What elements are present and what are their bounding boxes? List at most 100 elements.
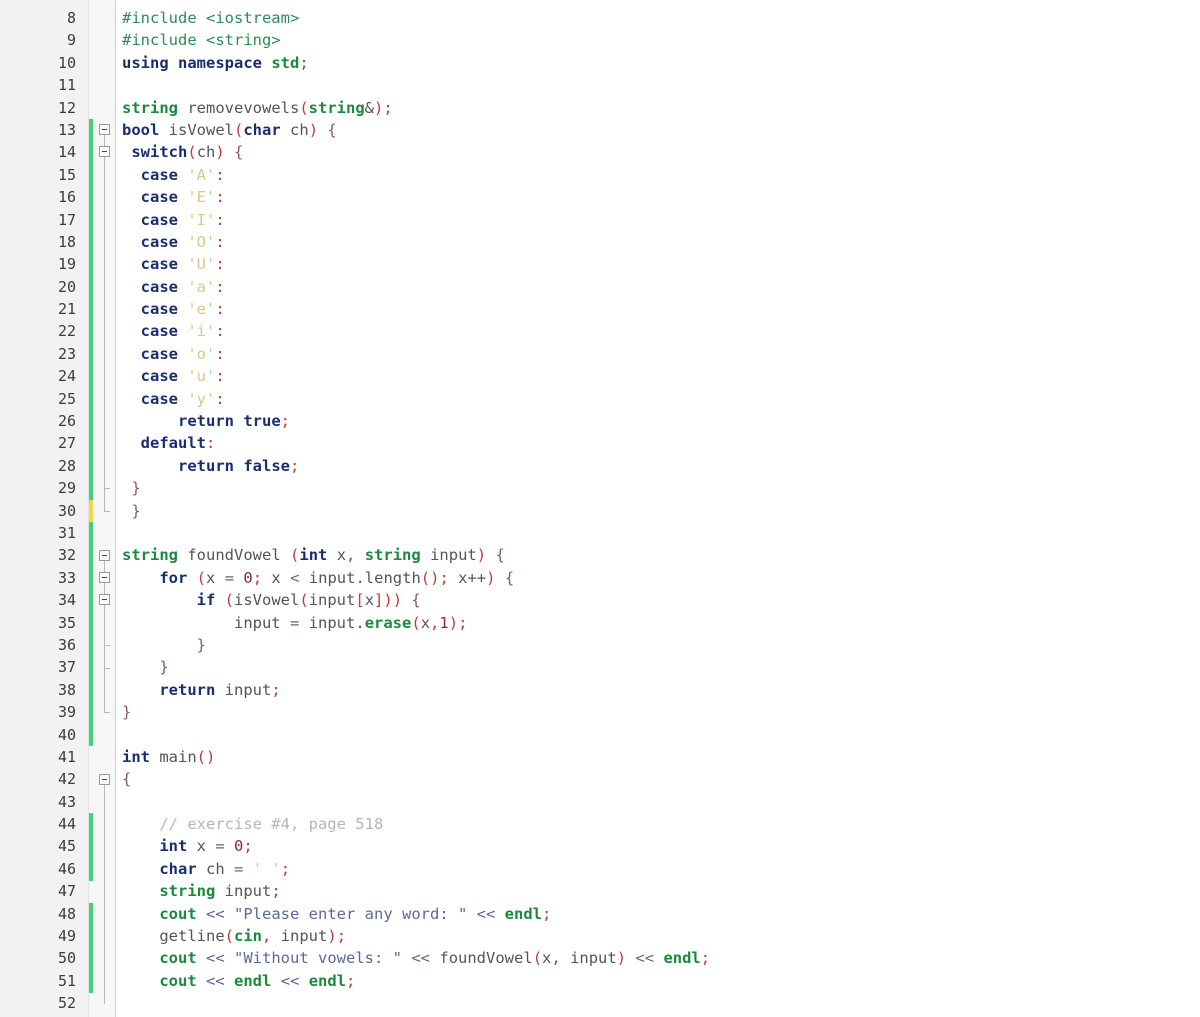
fold-toggle-icon[interactable] — [99, 124, 110, 135]
token-id: main — [159, 747, 197, 766]
token-num: 0 — [234, 837, 244, 856]
code-line[interactable]: default: — [116, 432, 1200, 454]
code-line[interactable]: getline(cin, input); — [116, 925, 1200, 947]
code-line[interactable]: string removevowels(string&); — [116, 97, 1200, 119]
code-line[interactable]: #include <string> — [116, 29, 1200, 51]
line-number: 40 — [57, 725, 76, 744]
code-line[interactable] — [116, 791, 1200, 813]
code-line[interactable] — [116, 992, 1200, 1014]
code-line[interactable]: case 'o': — [116, 343, 1200, 365]
token-num: 0 — [243, 568, 253, 587]
code-line[interactable]: cout << "Please enter any word: " << end… — [116, 903, 1200, 925]
code-line[interactable]: int x = 0; — [116, 835, 1200, 857]
code-line[interactable] — [116, 724, 1200, 746]
token-kw: case — [140, 277, 178, 296]
line-number-list: 8 9 10 11 12 13 14 15 16 17 18 19 20 21 22 23 24 25 26 27 28… — [0, 0, 88, 1015]
code-line[interactable]: case 'I': — [116, 209, 1200, 231]
code-line[interactable]: { — [116, 768, 1200, 790]
token-punc: ) — [616, 949, 627, 968]
code-line[interactable]: if (isVowel(input[x])) { — [116, 589, 1200, 611]
change-marker-changed — [89, 499, 93, 523]
code-line[interactable]: case 'O': — [116, 231, 1200, 253]
code-line[interactable]: using namespace std; — [116, 52, 1200, 74]
code-line[interactable]: case 'i': — [116, 320, 1200, 342]
token-brace: { — [504, 568, 515, 587]
code-line[interactable]: string input; — [116, 880, 1200, 902]
token-type: endl — [663, 949, 701, 968]
token-op: << — [635, 949, 655, 968]
line-number: 52 — [57, 994, 76, 1013]
line-number: 15 — [57, 165, 76, 184]
code-line[interactable]: case 'u': — [116, 365, 1200, 387]
token-type: string — [364, 546, 421, 565]
code-line[interactable]: input = input.erase(x,1); — [116, 612, 1200, 634]
fold-end-marker — [104, 510, 110, 512]
code-editor[interactable]: 8 9 10 11 12 13 14 15 16 17 18 19 20 21 22 23 24 25 26 27 28… — [0, 0, 1200, 1017]
fold-toggle-icon[interactable] — [99, 572, 110, 583]
fold-toggle-icon[interactable] — [99, 146, 110, 158]
code-line[interactable]: } — [116, 701, 1200, 723]
code-line[interactable] — [116, 522, 1200, 544]
code-line[interactable]: // exercise #4, page 518 — [116, 813, 1200, 835]
token-type: string — [122, 98, 178, 117]
token-id: x — [420, 613, 431, 632]
token-punc: ( — [411, 613, 421, 632]
code-text-area[interactable]: #include <iostream> #include <string> usin… — [116, 0, 1200, 1017]
token-char: 'u' — [187, 367, 216, 386]
code-line[interactable] — [116, 74, 1200, 96]
code-line[interactable]: return true; — [116, 410, 1200, 432]
line-number: 35 — [57, 613, 76, 632]
code-line[interactable]: } — [116, 477, 1200, 499]
token-id: x — [271, 568, 281, 587]
fold-toggle-icon[interactable] — [99, 773, 110, 785]
token-kw: return false — [178, 456, 290, 475]
code-line[interactable]: bool isVowel(char ch) { — [116, 119, 1200, 141]
code-line[interactable]: case 'E': — [116, 186, 1200, 208]
token-kw: case — [140, 300, 178, 319]
code-line[interactable]: case 'U': — [116, 253, 1200, 275]
code-line[interactable]: case 'a': — [116, 276, 1200, 298]
token-brace: { — [327, 120, 337, 139]
code-line[interactable]: switch(ch) { — [116, 141, 1200, 163]
code-line[interactable]: } — [116, 656, 1200, 678]
code-line[interactable]: return false; — [116, 455, 1200, 477]
line-number-gutter[interactable]: 8 9 10 11 12 13 14 15 16 17 18 19 20 21 22 23 24 25 26 27 28… — [0, 0, 89, 1017]
token-char: 'U' — [187, 255, 216, 274]
code-line[interactable]: } — [116, 500, 1200, 522]
token-type: endl — [504, 904, 542, 923]
token-kw: int — [159, 837, 188, 856]
code-line[interactable]: #include <iostream> — [116, 7, 1200, 29]
token-id: & — [364, 98, 375, 117]
code-line[interactable]: case 'y': — [116, 388, 1200, 410]
token-char: 'I' — [187, 210, 216, 229]
fold-and-change-strip[interactable] — [89, 0, 116, 1017]
token-id: isVowel — [234, 591, 300, 610]
code-line[interactable]: cout << "Without vowels: " << foundVowel… — [116, 947, 1200, 969]
code-line[interactable]: int main() — [116, 746, 1200, 768]
token-kw: char — [159, 859, 197, 878]
code-line[interactable]: string foundVowel (int x, string input) … — [116, 544, 1200, 566]
token-id: isVowel — [168, 120, 234, 139]
code-line[interactable]: char ch = ' '; — [116, 858, 1200, 880]
code-line[interactable]: } — [116, 634, 1200, 656]
code-line[interactable]: case 'e': — [116, 298, 1200, 320]
token-id: x — [364, 591, 375, 610]
fold-toggle-icon[interactable] — [99, 594, 110, 606]
code-line[interactable]: cout << endl << endl; — [116, 970, 1200, 992]
line-number: 29 — [57, 479, 76, 498]
token-brace: { — [495, 546, 505, 565]
fold-toggle-icon[interactable] — [99, 549, 110, 561]
code-line[interactable]: for (x = 0; x < input.length(); x++) { — [116, 567, 1200, 589]
token-punc: : — [206, 434, 216, 453]
code-line[interactable]: return input; — [116, 679, 1200, 701]
code-line[interactable]: case 'A': — [116, 164, 1200, 186]
